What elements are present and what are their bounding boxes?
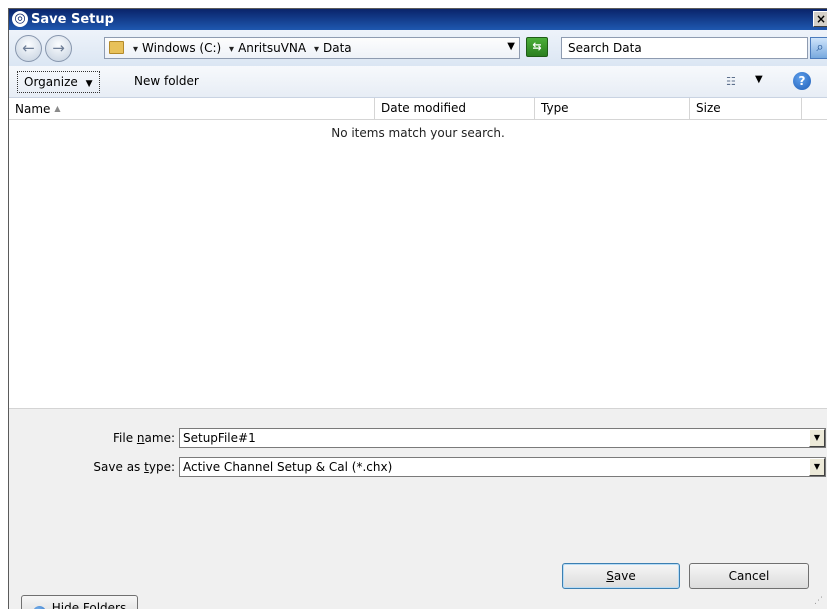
label-text: ame: — [144, 431, 175, 445]
app-icon: ◎ — [12, 11, 28, 27]
views-dropdown-icon[interactable]: ▼ — [755, 74, 763, 85]
column-header-name[interactable]: Name ▲ — [9, 98, 375, 119]
back-button[interactable]: ← — [15, 35, 42, 62]
chevron-down-icon: ▼ — [85, 79, 93, 89]
views-icon[interactable]: ☷ — [726, 75, 741, 88]
save-type-dropdown-icon[interactable]: ▼ — [809, 458, 825, 476]
column-header-date[interactable]: Date modified — [375, 98, 535, 119]
new-folder-button[interactable]: New folder — [134, 71, 199, 91]
refresh-button[interactable]: ⇆ — [526, 37, 548, 57]
breadcrumb: ▾ Windows (C:) ▾ AnritsuVNA ▾ Data — [129, 41, 352, 55]
forward-arrow-icon: → — [52, 39, 65, 57]
save-type-select[interactable]: Active Channel Setup & Cal (*.chx) — [179, 457, 826, 477]
breadcrumb-item[interactable]: AnritsuVNA — [238, 41, 306, 55]
breadcrumb-separator-icon[interactable]: ▾ — [133, 44, 138, 55]
window-title: Save Setup — [31, 12, 114, 27]
search-button[interactable]: ⌕ — [810, 37, 827, 59]
close-button[interactable]: × — [813, 11, 827, 27]
organize-button[interactable]: Organize ▼ — [17, 71, 100, 93]
label-text: Save as — [93, 460, 145, 474]
organize-label: Organize — [24, 75, 78, 89]
column-header-type[interactable]: Type — [535, 98, 690, 119]
save-type-label: Save as type: — [49, 459, 175, 475]
help-icon[interactable]: ? — [793, 72, 811, 90]
breadcrumb-item[interactable]: Data — [323, 41, 352, 55]
address-dropdown-icon[interactable]: ▼ — [507, 41, 515, 52]
title-bar[interactable]: ◎ Save Setup × — [9, 9, 827, 30]
command-toolbar: Organize ▼ New folder ☷ ▼ ? — [9, 66, 827, 98]
resize-grip-icon[interactable]: ⋰ — [814, 596, 824, 606]
empty-message: No items match your search. — [331, 126, 505, 140]
accelerator-key: S — [606, 569, 614, 583]
refresh-icon: ⇆ — [532, 40, 542, 53]
save-label: ave — [613, 569, 636, 583]
hide-folders-label: Hide Folders — [51, 601, 127, 609]
column-header-label: Name — [15, 102, 51, 116]
accelerator-key: n — [136, 431, 145, 445]
save-button[interactable]: Save — [562, 563, 680, 589]
file-name-field[interactable]: SetupFile#1 — [179, 428, 826, 448]
breadcrumb-separator-icon[interactable]: ▾ — [229, 44, 234, 55]
forward-button[interactable]: → — [45, 35, 72, 62]
search-icon: ⌕ — [816, 40, 824, 55]
save-setup-dialog: ◎ Save Setup × ← → ▾ Windows (C:) ▾ Anrits… — [8, 8, 827, 609]
breadcrumb-item[interactable]: Windows (C:) — [142, 41, 221, 55]
hide-folders-button[interactable]: ▲Hide Folders — [21, 595, 138, 609]
navigation-bar: ← → ▾ Windows (C:) ▾ AnritsuVNA ▾ Data ▼ ⇆ … — [9, 30, 827, 66]
breadcrumb-separator-icon[interactable]: ▾ — [314, 44, 319, 55]
address-bar[interactable]: ▾ Windows (C:) ▾ AnritsuVNA ▾ Data ▼ — [104, 37, 520, 59]
sort-arrow-icon: ▲ — [54, 104, 61, 113]
label-text: ype: — [148, 460, 175, 474]
file-list[interactable]: Name ▲ Date modified Type Size No items m… — [9, 98, 827, 409]
file-name-dropdown-icon[interactable]: ▼ — [809, 429, 825, 447]
folder-icon — [109, 41, 124, 54]
cancel-button[interactable]: Cancel — [689, 563, 809, 589]
column-header-size[interactable]: Size — [690, 98, 802, 119]
file-name-label: File name: — [69, 430, 175, 446]
search-input[interactable]: Search Data — [561, 37, 808, 59]
column-headers: Name ▲ Date modified Type Size — [9, 98, 827, 120]
back-arrow-icon: ← — [22, 39, 35, 57]
label-text: File — [113, 431, 137, 445]
